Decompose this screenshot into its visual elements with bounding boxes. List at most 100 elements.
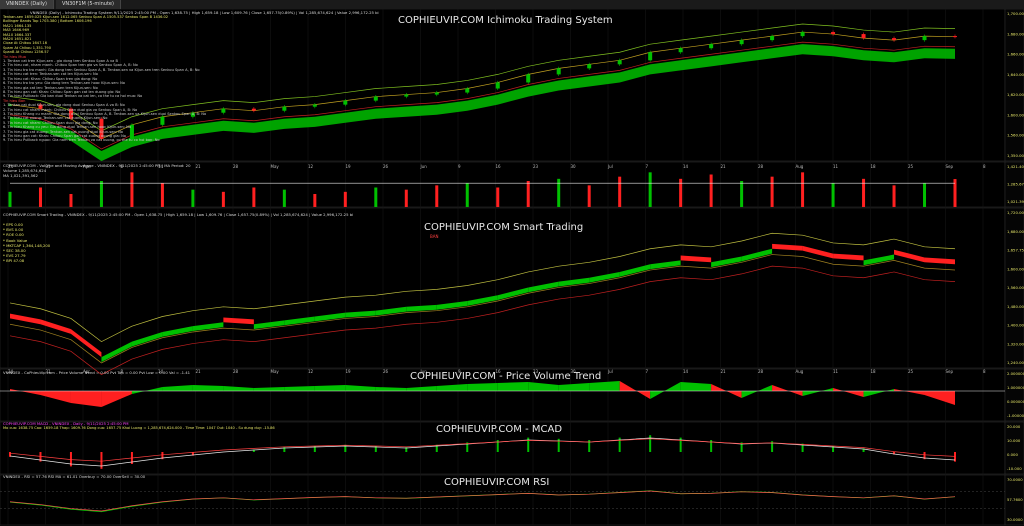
ichimoku-legend-line: 9. Tin hieu Pullback nguoc: Gia nam tren…	[3, 138, 160, 143]
macd-line2: Mo cua: 1638.75 Cao: 1659.18 Thap: 1609.…	[3, 426, 275, 430]
x-axis-label: 25	[908, 164, 914, 169]
rsi-header: VNINDEX - RSI = 57.76 RSI MA = 61.01 Ove…	[3, 474, 146, 479]
ichimoku-candle	[434, 92, 439, 95]
rsi-axis-label: 30.0000	[1007, 517, 1023, 522]
ichimoku-candle	[800, 32, 805, 37]
pvt-watermark: COPHIEUVIP.COM - Price Volume Trend	[410, 371, 602, 382]
x-axis-label: 18	[871, 164, 877, 169]
rsi-watermark: COPHIEUVIP.COM RSI	[444, 477, 550, 488]
macd-axis-label: 0.000	[1007, 452, 1018, 457]
volume-bar	[130, 172, 134, 207]
volume-bar	[38, 187, 42, 207]
volume-axis-label: 1,285.67	[1007, 182, 1024, 187]
smart-axis-label: 1,560.00	[1007, 285, 1024, 290]
x-axis-label: Jul	[607, 369, 613, 374]
macd-axis-label: 10.000	[1007, 438, 1021, 443]
x-axis-label: 21	[721, 164, 727, 169]
x-axis-label: 11	[833, 369, 839, 374]
volume-axis-label: 1,021.39	[1007, 199, 1024, 204]
ichimoku-candle	[343, 100, 348, 105]
x-axis-label: 18	[871, 369, 877, 374]
ichimoku-candle	[282, 106, 287, 111]
smart-watermark: COPHIEUVIP.COM Smart Trading	[424, 222, 584, 233]
rsi-axis-label: 70.0000	[1007, 477, 1023, 482]
x-axis-label: 28	[233, 164, 239, 169]
pvt-axis-label: 2.000000	[1007, 371, 1024, 376]
x-axis-label: 12	[308, 369, 314, 374]
x-axis-label: 19	[346, 369, 352, 374]
volume-bar	[496, 187, 500, 207]
volume-bar	[343, 191, 347, 207]
volume-bar	[221, 191, 225, 207]
macd-watermark: COPHIEUVIP.COM - MCAD	[436, 424, 563, 435]
x-axis-label: 28	[233, 369, 239, 374]
x-axis-label: Sep	[946, 369, 954, 374]
x-axis-label: 14	[683, 369, 689, 374]
volume-bar	[740, 181, 744, 207]
pvt-axis-label: -1.000000	[1007, 413, 1024, 418]
x-axis-label: 16	[496, 164, 502, 169]
volume-ma: MA 1,021,391,562	[3, 173, 38, 178]
x-axis-label: 12	[308, 164, 314, 169]
volume-bar	[618, 176, 622, 207]
volume-panel-frame	[0, 161, 1006, 208]
volume-bar	[923, 183, 927, 207]
x-axis-label: Jun	[420, 164, 428, 169]
ichimoku-watermark: COPHIEUVIP.COM Ichimoku Trading System	[398, 15, 613, 26]
ichimoku-axis-label: 1,560.00	[1007, 133, 1024, 138]
volume-bar	[435, 185, 439, 207]
ichimoku-candle	[678, 48, 683, 53]
ichimoku-axis-label: 1,700.00	[1007, 11, 1024, 16]
x-axis-label: 30	[571, 164, 577, 169]
macd-axis-label: -10.000	[1007, 466, 1022, 471]
x-axis-label: 25	[908, 369, 914, 374]
pvt-area	[314, 385, 346, 391]
volume-bar	[648, 172, 652, 207]
ichimoku-candle	[251, 108, 256, 111]
pvt-area	[497, 382, 529, 391]
x-axis-label: 11	[833, 164, 839, 169]
smart-axis-label: 1,320.00	[1007, 341, 1024, 346]
x-axis-label: 28	[758, 164, 764, 169]
x-axis-label: 28	[758, 369, 764, 374]
pvt-area	[467, 383, 498, 391]
smart-stats: * EPS 0.00 * BVS 0.00 * ROE 0.00 * Book Val…	[3, 222, 50, 264]
x-axis-label: Aug	[796, 164, 804, 169]
ichimoku-candle	[861, 34, 866, 39]
ichimoku-axis-label: 1,680.00	[1007, 31, 1024, 36]
ichimoku-candle	[709, 44, 714, 49]
x-axis-label: 23	[533, 164, 539, 169]
volume-bar	[99, 181, 103, 207]
smart-axis-label: 1,480.00	[1007, 304, 1024, 309]
smart-axis-label: 1,240.00	[1007, 360, 1024, 365]
ichimoku-candle	[556, 68, 561, 75]
smart-axis-label: 1,600.00	[1007, 266, 1024, 271]
ichimoku-candle	[739, 40, 744, 45]
volume-bar	[374, 187, 378, 207]
ichimoku-axis-label: 1,350.00	[1007, 153, 1024, 158]
tab-vnindex-daily[interactable]: VNINDEX (Daily)	[0, 0, 54, 9]
ichimoku-candle	[526, 74, 531, 83]
x-axis-label: 21	[721, 369, 727, 374]
volume-bar	[831, 183, 835, 207]
tab-vn30f1m[interactable]: VN30F1M (5-minute)	[55, 0, 121, 9]
x-axis-label: Jul	[607, 164, 613, 169]
x-axis-label: Aug	[796, 369, 804, 374]
pvt-axis-label: 0.000000	[1007, 399, 1024, 404]
ichimoku-candle	[953, 36, 957, 38]
volume-bar	[404, 189, 408, 207]
ichimoku-axis-label: 1,660.00	[1007, 52, 1024, 57]
x-axis-label: 14	[683, 164, 689, 169]
ichimoku-legend: Tenkan-sen 1659.025 Kijun-sen 1612.065 S…	[3, 15, 206, 143]
volume-bar	[160, 183, 164, 207]
ichimoku-candle	[373, 96, 378, 101]
ichimoku-candle	[404, 94, 409, 97]
x-axis-label: 21	[196, 369, 202, 374]
ichimoku-candle	[617, 60, 622, 65]
ichimoku-candle	[922, 36, 927, 41]
ichimoku-candle	[770, 36, 775, 41]
volume-bar	[709, 174, 713, 207]
macd-axis-label: 20.000	[1007, 424, 1021, 429]
ichimoku-candle	[495, 82, 500, 89]
volume-bar	[191, 189, 195, 207]
